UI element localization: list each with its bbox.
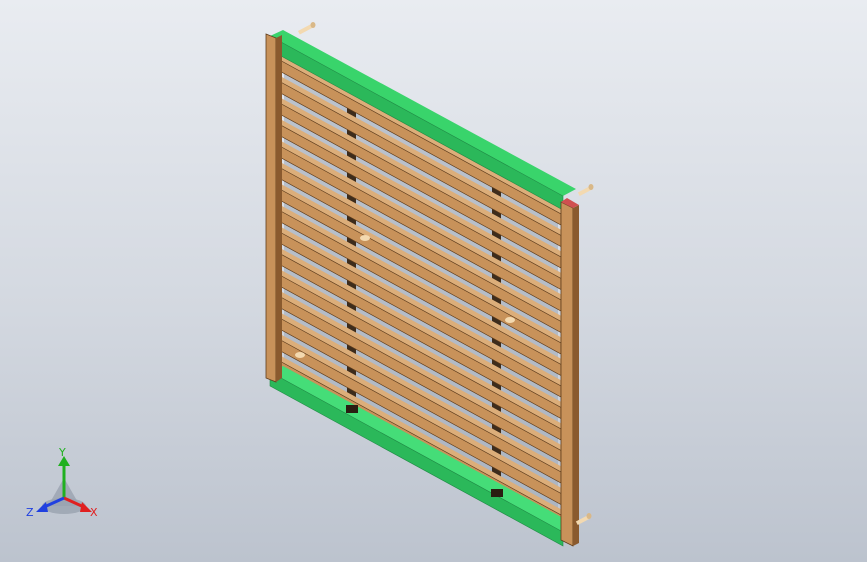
left-post[interactable] [265, 33, 282, 383]
left-post-front [265, 33, 277, 383]
dowel-mid-2 [505, 317, 515, 323]
coordinate-triad: Y X Z [22, 446, 112, 526]
x-axis-label: X [90, 506, 98, 519]
dowel-mid-1 [360, 235, 370, 241]
stringer-block-left [346, 405, 358, 413]
right-post[interactable] [560, 198, 579, 547]
dowel-top-left [297, 22, 316, 35]
left-post-side [276, 35, 282, 382]
right-post-front [560, 201, 574, 547]
graphics-viewport[interactable]: Y X Z [0, 0, 867, 562]
dowel-top-right [577, 184, 594, 197]
dowel-mid-3 [295, 352, 305, 358]
z-axis-label: Z [26, 506, 34, 519]
triad-graphic: Y X Z [26, 446, 98, 519]
right-post-side [573, 205, 579, 546]
stringer-block-right [491, 489, 503, 497]
y-axis-label: Y [58, 446, 66, 459]
pallet-frame-model[interactable] [0, 0, 867, 562]
